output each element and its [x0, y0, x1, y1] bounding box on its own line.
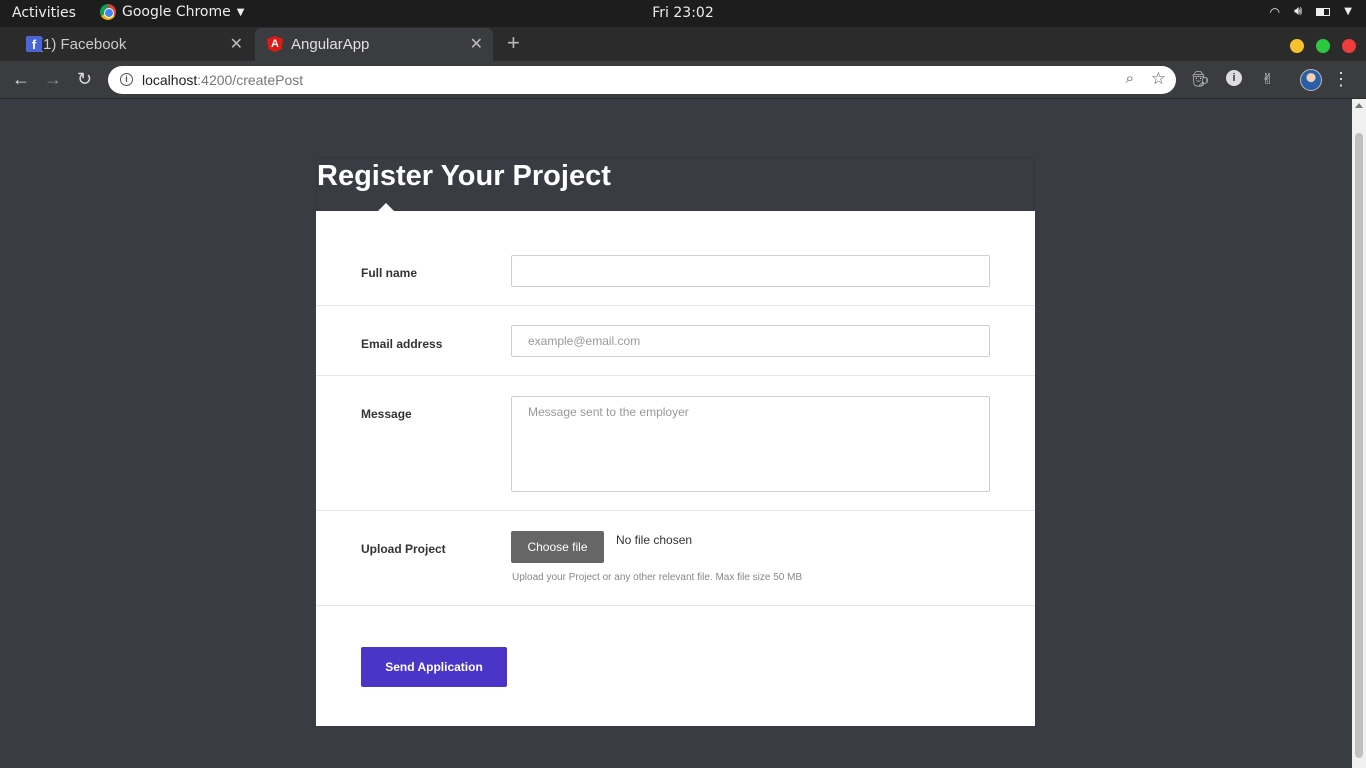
profile-avatar[interactable] [1300, 69, 1322, 91]
file-status: No file chosen [616, 533, 693, 547]
zoom-icon[interactable]: ⌕ [1126, 70, 1134, 87]
system-top-bar: Activities Google Chrome ▼ Fri 23:02 ◠ 🔊… [0, 0, 1366, 27]
scrollbar-thumb[interactable] [1355, 133, 1363, 758]
url-path: :4200/createPost [197, 72, 304, 88]
angular-icon: A [267, 36, 283, 52]
address-bar[interactable]: i localhost:4200/createPost ⌕ ☆ [108, 66, 1176, 94]
close-icon[interactable]: ✕ [470, 34, 483, 54]
site-info-icon[interactable]: i [120, 73, 133, 86]
registration-form: Full name Email address Message Upload P… [316, 211, 1035, 726]
maximize-button[interactable] [1316, 39, 1330, 53]
message-label: Message [361, 407, 412, 421]
message-row: Message [316, 376, 1035, 511]
browser-toolbar: ← → ↻ i localhost:4200/createPost ⌕ ☆ 🕵︎… [0, 61, 1366, 99]
tab-facebook[interactable]: f (1) Facebook ✕ [10, 28, 253, 61]
upload-help-text: Upload your Project or any other relevan… [512, 572, 803, 583]
extension-info-icon[interactable]: i [1226, 70, 1242, 86]
upload-label: Upload Project [361, 542, 446, 556]
message-textarea[interactable] [511, 396, 990, 492]
back-button[interactable]: ← [12, 69, 30, 90]
forward-button[interactable]: → [44, 69, 62, 90]
wifi-icon: ◠ [1269, 4, 1281, 19]
scroll-up-arrow-icon[interactable] [1355, 103, 1363, 108]
tab-strip: f (1) Facebook ✕ A AngularApp ✕ + [0, 27, 1366, 61]
page-scrollbar[interactable] [1352, 99, 1366, 768]
close-icon[interactable]: ✕ [230, 34, 243, 54]
extension-spy-icon[interactable]: 🕵︎ [1191, 70, 1210, 88]
choose-file-button[interactable]: Choose file [511, 531, 604, 563]
minimize-button[interactable] [1290, 39, 1304, 53]
tab-title: AngularApp [291, 36, 370, 53]
url-host: localhost [142, 72, 198, 88]
email-row: Email address [316, 306, 1035, 376]
page-title: Register Your Project [317, 160, 611, 192]
card-header: Register Your Project [316, 157, 1035, 211]
url-text[interactable]: localhost:4200/createPost [142, 72, 303, 88]
new-tab-button[interactable]: + [507, 30, 520, 56]
facebook-icon: f [26, 36, 42, 52]
send-application-button[interactable]: Send Application [361, 647, 507, 687]
more-menu-icon[interactable]: ⋮ [1332, 69, 1350, 90]
upload-row: Upload Project Choose file No file chose… [316, 511, 1035, 606]
tab-title: (1) Facebook [38, 36, 127, 53]
system-tray[interactable]: ◠ 🔊︎ ▼ [1270, 4, 1352, 19]
caret-down-icon: ▼ [1344, 6, 1352, 17]
extension-icon[interactable]: ✌︎ [1261, 70, 1274, 88]
bookmark-star-icon[interactable]: ☆ [1151, 69, 1166, 89]
volume-icon: 🔊︎ [1294, 4, 1303, 19]
close-window-button[interactable] [1342, 39, 1356, 53]
email-input[interactable] [511, 325, 990, 357]
clock[interactable]: Fri 23:02 [0, 5, 1366, 21]
window-controls [1290, 39, 1356, 53]
battery-icon [1316, 7, 1331, 16]
email-label: Email address [361, 337, 443, 351]
reload-button[interactable]: ↻ [77, 69, 92, 90]
card-notch [378, 203, 394, 211]
full-name-row: Full name [316, 211, 1035, 306]
full-name-label: Full name [361, 266, 418, 280]
tab-angularapp[interactable]: A AngularApp ✕ [255, 28, 493, 61]
full-name-input[interactable] [511, 255, 990, 287]
page-content: Register Your Project Full name Email ad… [0, 99, 1352, 768]
